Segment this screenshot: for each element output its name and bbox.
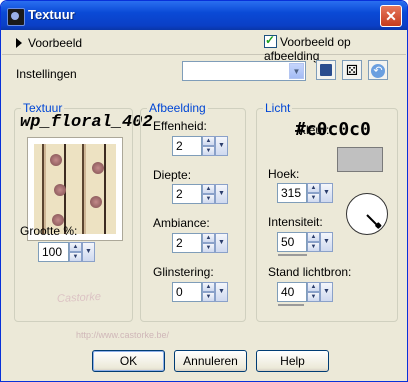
spin-up-icon[interactable]: ▲ — [307, 232, 320, 242]
rose-pattern-icon — [50, 154, 62, 166]
intensity-slider[interactable] — [278, 254, 307, 256]
ok-button[interactable]: OK — [92, 350, 165, 372]
spin-updown[interactable]: ▲ ▼ — [202, 184, 215, 204]
texture-name: wp_floral_402 — [20, 113, 153, 132]
spin-updown[interactable]: ▲ ▼ — [307, 183, 320, 203]
spin-updown[interactable]: ▲ ▼ — [307, 282, 320, 302]
light-legend: Licht — [265, 101, 291, 115]
dropdown-icon[interactable]: ▼ — [215, 136, 228, 156]
texture-dialog: Textuur ✕ Voorbeeld Voorbeeld op afbeeld… — [0, 0, 408, 382]
spin-up-icon[interactable]: ▲ — [202, 184, 215, 194]
chevron-down-icon[interactable]: ▼ — [289, 63, 304, 79]
preview-on-image-label: Voorbeeld op afbeelding — [264, 35, 351, 63]
dropdown-icon[interactable]: ▼ — [215, 233, 228, 253]
spin-up-icon[interactable]: ▲ — [202, 136, 215, 146]
intensity-input[interactable] — [277, 232, 307, 252]
checkbox-checked-icon[interactable] — [264, 33, 277, 48]
dropdown-icon[interactable]: ▼ — [320, 232, 333, 252]
angle-input[interactable] — [277, 183, 307, 203]
spin-up-icon[interactable]: ▲ — [202, 233, 215, 243]
dial-hand — [366, 214, 380, 228]
spin-up-icon[interactable]: ▲ — [202, 282, 215, 292]
spin-down-icon[interactable]: ▼ — [202, 194, 215, 204]
spin-up-icon[interactable]: ▲ — [69, 242, 82, 252]
settings-select[interactable]: ▼ — [182, 61, 306, 81]
dropdown-icon[interactable]: ▼ — [320, 282, 333, 302]
watermark-url: http://www.castorke.be/ — [76, 330, 170, 340]
angle-dial[interactable] — [346, 193, 388, 235]
spin-up-icon[interactable]: ▲ — [307, 282, 320, 292]
app-icon — [7, 8, 25, 26]
depth-label: Diepte: — [153, 168, 192, 182]
ambience-input[interactable] — [172, 233, 202, 253]
relief-input[interactable] — [172, 136, 202, 156]
spin-down-icon[interactable]: ▼ — [202, 292, 215, 302]
texture-swatch — [34, 144, 116, 234]
rose-pattern-icon — [92, 162, 104, 174]
watermark-text: Castorke — [56, 290, 102, 306]
spin-updown[interactable]: ▲ ▼ — [69, 242, 82, 262]
spin-down-icon[interactable]: ▼ — [307, 242, 320, 252]
rose-pattern-icon — [90, 196, 102, 208]
depth-input[interactable] — [172, 184, 202, 204]
dropdown-icon[interactable]: ▼ — [215, 282, 228, 302]
spin-down-icon[interactable]: ▼ — [202, 243, 215, 253]
elevation-label: Stand lichtbron: — [268, 265, 352, 279]
window-title: Textuur — [28, 7, 75, 22]
size-label: Grootte %: — [20, 224, 78, 238]
dropdown-icon[interactable]: ▼ — [215, 184, 228, 204]
close-button[interactable]: ✕ — [380, 5, 402, 27]
relief-label: Effenheid: — [153, 119, 207, 133]
spin-up-icon[interactable]: ▲ — [307, 183, 320, 193]
spin-updown[interactable]: ▲ ▼ — [202, 233, 215, 253]
preview-on-image-checkbox[interactable]: Voorbeeld op afbeelding — [264, 33, 406, 63]
spin-down-icon[interactable]: ▼ — [307, 193, 320, 203]
reset-button[interactable] — [368, 60, 388, 80]
cancel-button[interactable]: Annuleren — [174, 350, 247, 372]
dropdown-icon[interactable]: ▼ — [82, 242, 95, 262]
size-input[interactable] — [38, 242, 69, 262]
expand-arrow-icon — [16, 38, 22, 48]
image-legend: Afbeelding — [149, 101, 206, 115]
gloss-input[interactable] — [172, 282, 202, 302]
elevation-input[interactable] — [277, 282, 307, 302]
intensity-label: Intensiteit: — [268, 215, 323, 229]
randomize-button[interactable]: ⚄ — [342, 60, 362, 80]
color-label: Kleur: — [298, 123, 330, 137]
rose-pattern-icon — [54, 184, 66, 196]
preview-label: Voorbeeld — [28, 36, 83, 50]
light-color-swatch[interactable] — [337, 147, 383, 172]
gloss-label: Glinstering: — [153, 265, 214, 279]
spin-down-icon[interactable]: ▼ — [202, 146, 215, 156]
save-preset-button[interactable] — [316, 60, 336, 80]
spin-updown[interactable]: ▲ ▼ — [307, 232, 320, 252]
spin-down-icon[interactable]: ▼ — [307, 292, 320, 302]
title-bar: Textuur ✕ — [1, 1, 407, 30]
elevation-slider[interactable] — [278, 304, 304, 306]
dialog-content: Voorbeeld Voorbeeld op afbeelding Instel… — [2, 30, 406, 378]
dropdown-icon[interactable]: ▼ — [320, 183, 333, 203]
angle-label: Hoek: — [268, 167, 300, 181]
ambience-label: Ambiance: — [153, 216, 210, 230]
preview-row: Voorbeeld Voorbeeld op afbeelding — [2, 30, 406, 63]
spin-updown[interactable]: ▲ ▼ — [202, 282, 215, 302]
spin-updown[interactable]: ▲ ▼ — [202, 136, 215, 156]
spin-down-icon[interactable]: ▼ — [69, 252, 82, 262]
help-button[interactable]: Help — [256, 350, 329, 372]
settings-label: Instellingen — [16, 67, 77, 81]
preview-toggle[interactable]: Voorbeeld — [16, 36, 82, 50]
